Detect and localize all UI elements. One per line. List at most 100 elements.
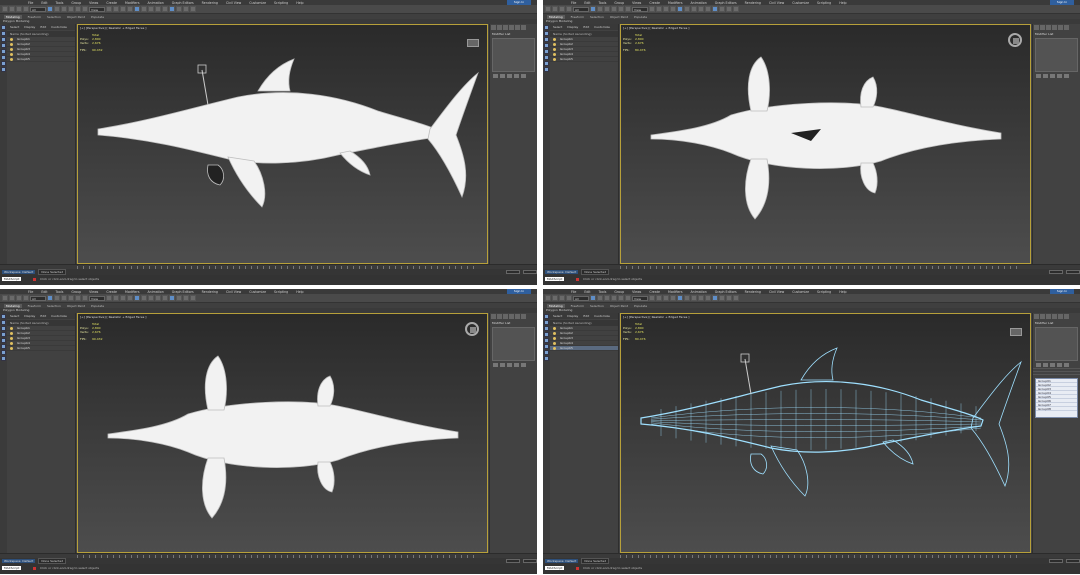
menu-item[interactable]: File [28, 1, 33, 5]
menu-item[interactable]: Graph Editors [172, 1, 194, 5]
ribbon-tab[interactable]: Modeling [547, 303, 565, 308]
visibility-icon[interactable] [553, 58, 556, 61]
layer-icon[interactable] [691, 6, 697, 12]
motion-tab-icon[interactable] [1052, 314, 1057, 319]
configure-sets-icon[interactable] [521, 363, 526, 367]
viewcube-icon[interactable] [465, 322, 479, 336]
helpers-icon[interactable] [544, 356, 549, 361]
schematic-icon[interactable] [162, 6, 168, 12]
explorer-tab[interactable]: Select [553, 25, 562, 29]
scale-icon[interactable] [82, 295, 88, 301]
select-object-icon[interactable] [590, 295, 596, 301]
menu-item[interactable]: Scripting [274, 1, 288, 5]
explorer-tab[interactable]: Select [10, 25, 19, 29]
angle-snap-icon[interactable] [120, 295, 126, 301]
group-listbox[interactable]: Group01 Group02 Group03 Group04 Group05 Group… [1035, 378, 1078, 418]
undo-icon[interactable] [545, 295, 551, 301]
workspace-selector[interactable]: Workspace: Default [545, 270, 579, 274]
snap-icon[interactable] [113, 295, 119, 301]
ichthyosaur-model[interactable] [621, 314, 1030, 552]
explorer-tab[interactable]: Customize [51, 25, 67, 29]
menu-item[interactable]: Create [649, 1, 660, 5]
schematic-icon[interactable] [705, 295, 711, 301]
rect-select-icon[interactable] [61, 6, 67, 12]
filter-icon[interactable] [1, 326, 6, 331]
visibility-icon[interactable] [553, 53, 556, 56]
reference-coordinate-dropdown[interactable]: View [632, 6, 648, 12]
menu-item[interactable]: Graph Editors [172, 290, 194, 294]
rotate-icon[interactable] [618, 295, 624, 301]
modifier-stack[interactable] [1035, 38, 1078, 72]
align-icon[interactable] [141, 6, 147, 12]
layer-icon[interactable] [148, 6, 154, 12]
show-end-result-icon[interactable] [500, 74, 505, 78]
menu-item[interactable]: Edit [41, 1, 47, 5]
move-icon[interactable] [611, 295, 617, 301]
menu-item[interactable]: File [28, 290, 33, 294]
ichthyosaur-model[interactable] [78, 314, 487, 552]
select-object-icon[interactable] [590, 6, 596, 12]
set-key-button[interactable] [523, 559, 537, 563]
menu-item[interactable]: Animation [691, 1, 707, 5]
create-icon[interactable] [544, 314, 549, 319]
lights-icon[interactable] [544, 55, 549, 60]
menu-item[interactable]: Tools [599, 290, 607, 294]
ribbon-tab[interactable]: Populate [634, 15, 647, 19]
menu-item[interactable]: Scripting [274, 290, 288, 294]
menu-item[interactable]: Views [89, 1, 98, 5]
visibility-icon[interactable] [10, 327, 13, 330]
visibility-icon[interactable] [10, 332, 13, 335]
modifier-list-dropdown[interactable]: Modifier List [1033, 320, 1080, 326]
menu-item[interactable]: Civil View [226, 290, 241, 294]
menu-item[interactable]: Rendering [745, 1, 761, 5]
remove-modifier-icon[interactable] [1057, 363, 1062, 367]
render-icon[interactable] [190, 6, 196, 12]
schematic-icon[interactable] [705, 6, 711, 12]
explorer-tab[interactable]: Display [24, 314, 35, 318]
menu-item[interactable]: Civil View [769, 1, 784, 5]
show-end-result-icon[interactable] [500, 363, 505, 367]
menu-item[interactable]: Views [632, 1, 641, 5]
display-icon[interactable] [544, 320, 549, 325]
unlink-icon[interactable] [566, 295, 572, 301]
explorer-tab[interactable]: Display [567, 314, 578, 318]
scene-object-row[interactable]: Groupb5 [7, 346, 75, 351]
pin-stack-icon[interactable] [1036, 363, 1041, 367]
pivot-icon[interactable] [649, 295, 655, 301]
modifier-stack[interactable] [1035, 327, 1078, 361]
menu-item[interactable]: Group [71, 1, 81, 5]
redo-icon[interactable] [9, 295, 15, 301]
undo-icon[interactable] [2, 295, 8, 301]
show-end-result-icon[interactable] [1043, 74, 1048, 78]
reference-coordinate-dropdown[interactable]: View [89, 6, 105, 12]
auto-key-button[interactable] [1049, 559, 1063, 563]
mirror-icon[interactable] [677, 6, 683, 12]
auto-key-button[interactable] [506, 270, 520, 274]
rect-select-icon[interactable] [61, 295, 67, 301]
make-unique-icon[interactable] [1050, 74, 1055, 78]
mirror-icon[interactable] [134, 6, 140, 12]
layer-icon[interactable] [148, 295, 154, 301]
percent-snap-icon[interactable] [127, 6, 133, 12]
ribbon-tab[interactable]: Populate [91, 15, 104, 19]
material-editor-icon[interactable] [712, 6, 718, 12]
render-setup-icon[interactable] [176, 295, 182, 301]
motion-tab-icon[interactable] [1052, 25, 1057, 30]
display-icon[interactable] [1, 31, 6, 36]
visibility-icon[interactable] [553, 332, 556, 335]
auto-key-button[interactable] [1049, 270, 1063, 274]
display-tab-icon[interactable] [515, 25, 520, 30]
menu-item[interactable]: Modifiers [668, 290, 683, 294]
rollout-header[interactable] [1033, 374, 1080, 377]
menu-item[interactable]: Rendering [202, 290, 218, 294]
undo-icon[interactable] [545, 6, 551, 12]
modifier-list-dropdown[interactable]: Modifier List [1033, 31, 1080, 37]
menu-item[interactable]: Modifiers [668, 1, 683, 5]
rotate-icon[interactable] [75, 295, 81, 301]
link-icon[interactable] [559, 6, 565, 12]
snap-icon[interactable] [656, 6, 662, 12]
workspace-selector[interactable]: Workspace: Default [545, 559, 579, 563]
hierarchy-tab-icon[interactable] [503, 25, 508, 30]
cameras-icon[interactable] [544, 61, 549, 66]
display-icon[interactable] [544, 31, 549, 36]
